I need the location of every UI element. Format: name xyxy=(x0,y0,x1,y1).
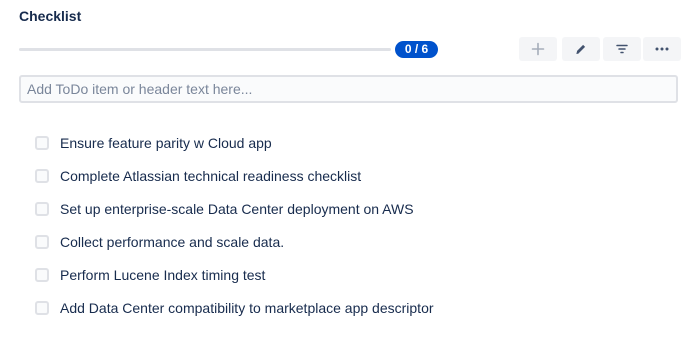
item-checkbox[interactable] xyxy=(35,300,49,315)
checklist-item[interactable]: Collect performance and scale data. xyxy=(35,225,434,258)
plus-icon xyxy=(531,42,545,56)
item-label: Set up enterprise-scale Data Center depl… xyxy=(60,200,414,217)
item-label: Add Data Center compatibility to marketp… xyxy=(60,299,434,316)
progress-bar xyxy=(19,48,391,51)
checklist-item[interactable]: Complete Atlassian technical readiness c… xyxy=(35,159,434,192)
checklist-items: Ensure feature parity w Cloud app Complet… xyxy=(35,126,434,324)
item-checkbox[interactable] xyxy=(35,201,49,216)
item-label: Ensure feature parity w Cloud app xyxy=(60,134,272,151)
checklist-title: Checklist xyxy=(19,8,82,24)
checklist-item[interactable]: Add Data Center compatibility to marketp… xyxy=(35,291,434,324)
checklist-item[interactable]: Ensure feature parity w Cloud app xyxy=(35,126,434,159)
item-checkbox[interactable] xyxy=(35,267,49,282)
item-checkbox[interactable] xyxy=(35,234,49,249)
add-todo-input[interactable] xyxy=(19,75,678,103)
item-checkbox[interactable] xyxy=(35,135,49,150)
progress-badge: 0 / 6 xyxy=(395,41,438,58)
item-label: Complete Atlassian technical readiness c… xyxy=(60,167,362,184)
pencil-icon xyxy=(575,43,587,55)
more-horizontal-icon xyxy=(655,47,669,51)
checklist-item[interactable]: Set up enterprise-scale Data Center depl… xyxy=(35,192,434,225)
item-checkbox[interactable] xyxy=(35,168,49,183)
edit-button[interactable] xyxy=(562,37,600,61)
item-label: Collect performance and scale data. xyxy=(60,233,285,250)
more-options-button[interactable] xyxy=(643,37,681,61)
checklist-item[interactable]: Perform Lucene Index timing test xyxy=(35,258,434,291)
item-label: Perform Lucene Index timing test xyxy=(60,266,266,283)
add-item-button[interactable] xyxy=(519,37,557,61)
filter-icon xyxy=(616,44,628,54)
filter-button[interactable] xyxy=(603,37,641,61)
